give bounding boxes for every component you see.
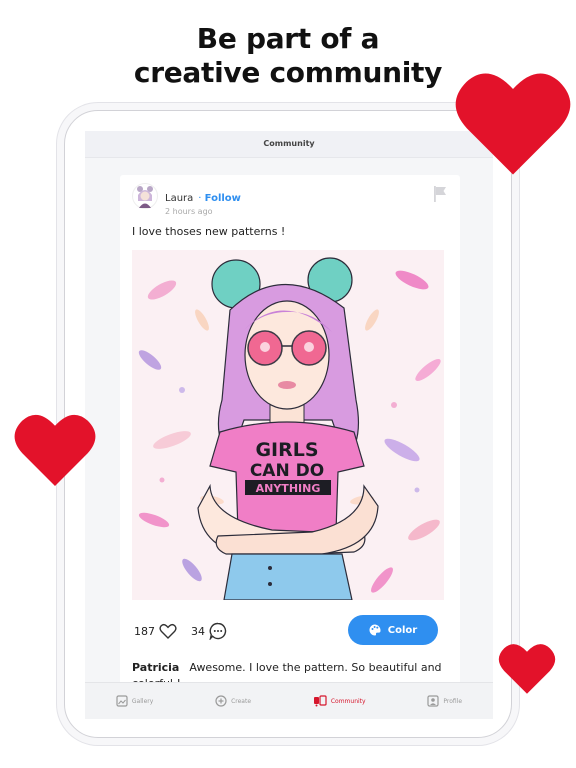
tab-profile[interactable]: Profile: [427, 695, 462, 707]
tab-community[interactable]: Community: [313, 695, 366, 707]
like-heart-icon[interactable]: [159, 623, 177, 639]
post-caption: I love thoses new patterns !: [132, 225, 286, 238]
comments-count: 34: [191, 624, 205, 638]
girl-illustration: GIRLS CAN DO ANYTHING: [132, 250, 444, 600]
shirt-text-2: CAN DO: [250, 461, 324, 481]
shirt-text-1: GIRLS: [255, 439, 318, 461]
tablet-frame: Community Laura · Follow 2 hours ago I lo…: [64, 110, 512, 738]
page-title: Community: [263, 139, 315, 148]
tab-create[interactable]: Create: [215, 695, 251, 707]
tab-profile-label: Profile: [443, 697, 463, 705]
tab-community-label: Community: [330, 697, 366, 705]
tab-create-label: Create: [231, 697, 252, 705]
profile-icon: [427, 695, 439, 707]
tab-gallery[interactable]: Gallery: [116, 695, 153, 707]
avatar[interactable]: [132, 183, 158, 209]
engagement-counts: 187 34: [134, 622, 227, 640]
color-button[interactable]: Color: [348, 615, 438, 645]
report-flag-icon[interactable]: [432, 185, 448, 203]
follow-separator: ·: [198, 193, 202, 204]
app-screen: Community Laura · Follow 2 hours ago I lo…: [85, 131, 493, 719]
palette-icon: [369, 624, 381, 636]
headline-line-1: Be part of a: [196, 22, 380, 55]
author-line: Laura · Follow: [165, 193, 241, 204]
heart-small-icon: [498, 644, 556, 694]
post-timestamp: 2 hours ago: [165, 207, 213, 216]
community-icon: [313, 695, 327, 707]
comment-bubble-icon[interactable]: [209, 622, 227, 640]
create-icon: [215, 695, 227, 707]
likes-count: 187: [134, 624, 155, 638]
tab-gallery-label: Gallery: [131, 697, 154, 705]
heart-left-icon: [14, 414, 96, 486]
gallery-icon: [116, 695, 128, 707]
post-artwork[interactable]: GIRLS CAN DO ANYTHING: [132, 250, 444, 600]
heart-large-icon: [455, 73, 571, 175]
comment-author[interactable]: Patricia: [132, 661, 179, 674]
post-card: Laura · Follow 2 hours ago I love thoses …: [120, 175, 460, 699]
color-button-label: Color: [387, 624, 418, 636]
follow-button[interactable]: Follow: [205, 193, 241, 204]
shirt-text-3: ANYTHING: [256, 482, 321, 495]
app-header: Community: [85, 131, 493, 158]
tab-bar: Gallery Create Community Profile: [85, 682, 493, 719]
author-name[interactable]: Laura: [165, 193, 193, 204]
